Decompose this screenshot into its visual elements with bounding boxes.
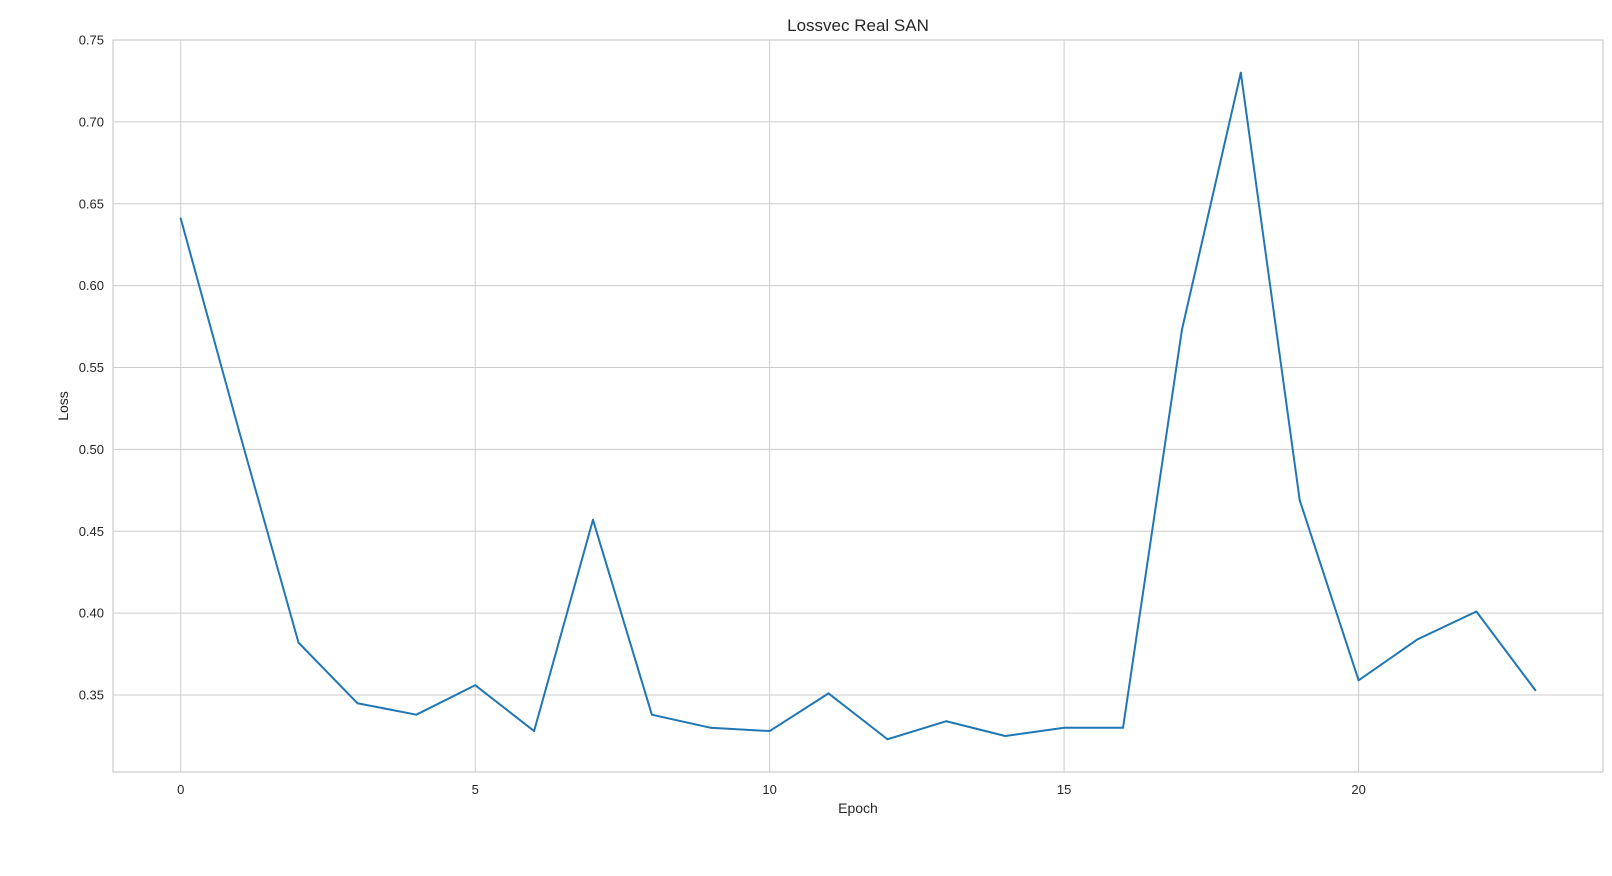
chart-title: Lossvec Real SAN: [787, 16, 929, 35]
y-tick-label: 0.45: [79, 524, 104, 539]
data-point: [1122, 726, 1125, 729]
x-tick-label: 5: [472, 782, 479, 797]
data-point: [356, 702, 359, 705]
data-point: [238, 432, 241, 435]
y-tick-label: 0.35: [79, 688, 104, 703]
x-tick-label: 15: [1057, 782, 1071, 797]
chart-container: 0 5 10 15 20 0.35 0.40 0.45 0.50 0.55 0.60 0.65 0.70…: [0, 0, 1612, 876]
data-point: [1004, 734, 1007, 737]
line-chart: 0 5 10 15 20 0.35 0.40 0.45 0.50 0.55 0.60 0.65 0.70…: [55, 16, 1604, 816]
y-axis-label: Loss: [55, 391, 71, 421]
data-point: [650, 713, 653, 716]
y-tick-label: 0.50: [79, 442, 104, 457]
data-point: [827, 692, 830, 695]
data-point: [886, 738, 889, 741]
x-tick-label: 0: [177, 782, 184, 797]
plot-background: [113, 40, 1603, 772]
data-point: [1063, 726, 1066, 729]
data-point: [1357, 679, 1360, 682]
y-tick-label: 0.75: [79, 33, 104, 48]
data-point: [709, 726, 712, 729]
y-tick-label: 0.70: [79, 114, 104, 129]
data-point: [179, 217, 182, 220]
data-point: [1416, 638, 1419, 641]
data-point: [415, 713, 418, 716]
data-point: [474, 684, 477, 687]
x-tick-label: 20: [1351, 782, 1365, 797]
x-axis-label: Epoch: [838, 800, 878, 816]
data-point: [1180, 328, 1183, 331]
data-point: [1298, 499, 1301, 502]
data-point: [1475, 610, 1478, 613]
data-point: [1534, 689, 1537, 692]
x-tick-label: 10: [762, 782, 776, 797]
y-tick-label: 0.65: [79, 196, 104, 211]
data-point: [945, 720, 948, 723]
y-tick-label: 0.40: [79, 606, 104, 621]
y-tick-label: 0.60: [79, 278, 104, 293]
data-point: [768, 730, 771, 733]
data-point: [533, 730, 536, 733]
data-point: [297, 641, 300, 644]
y-tick-label: 0.55: [79, 360, 104, 375]
data-point: [591, 518, 594, 521]
data-point: [1239, 71, 1242, 74]
